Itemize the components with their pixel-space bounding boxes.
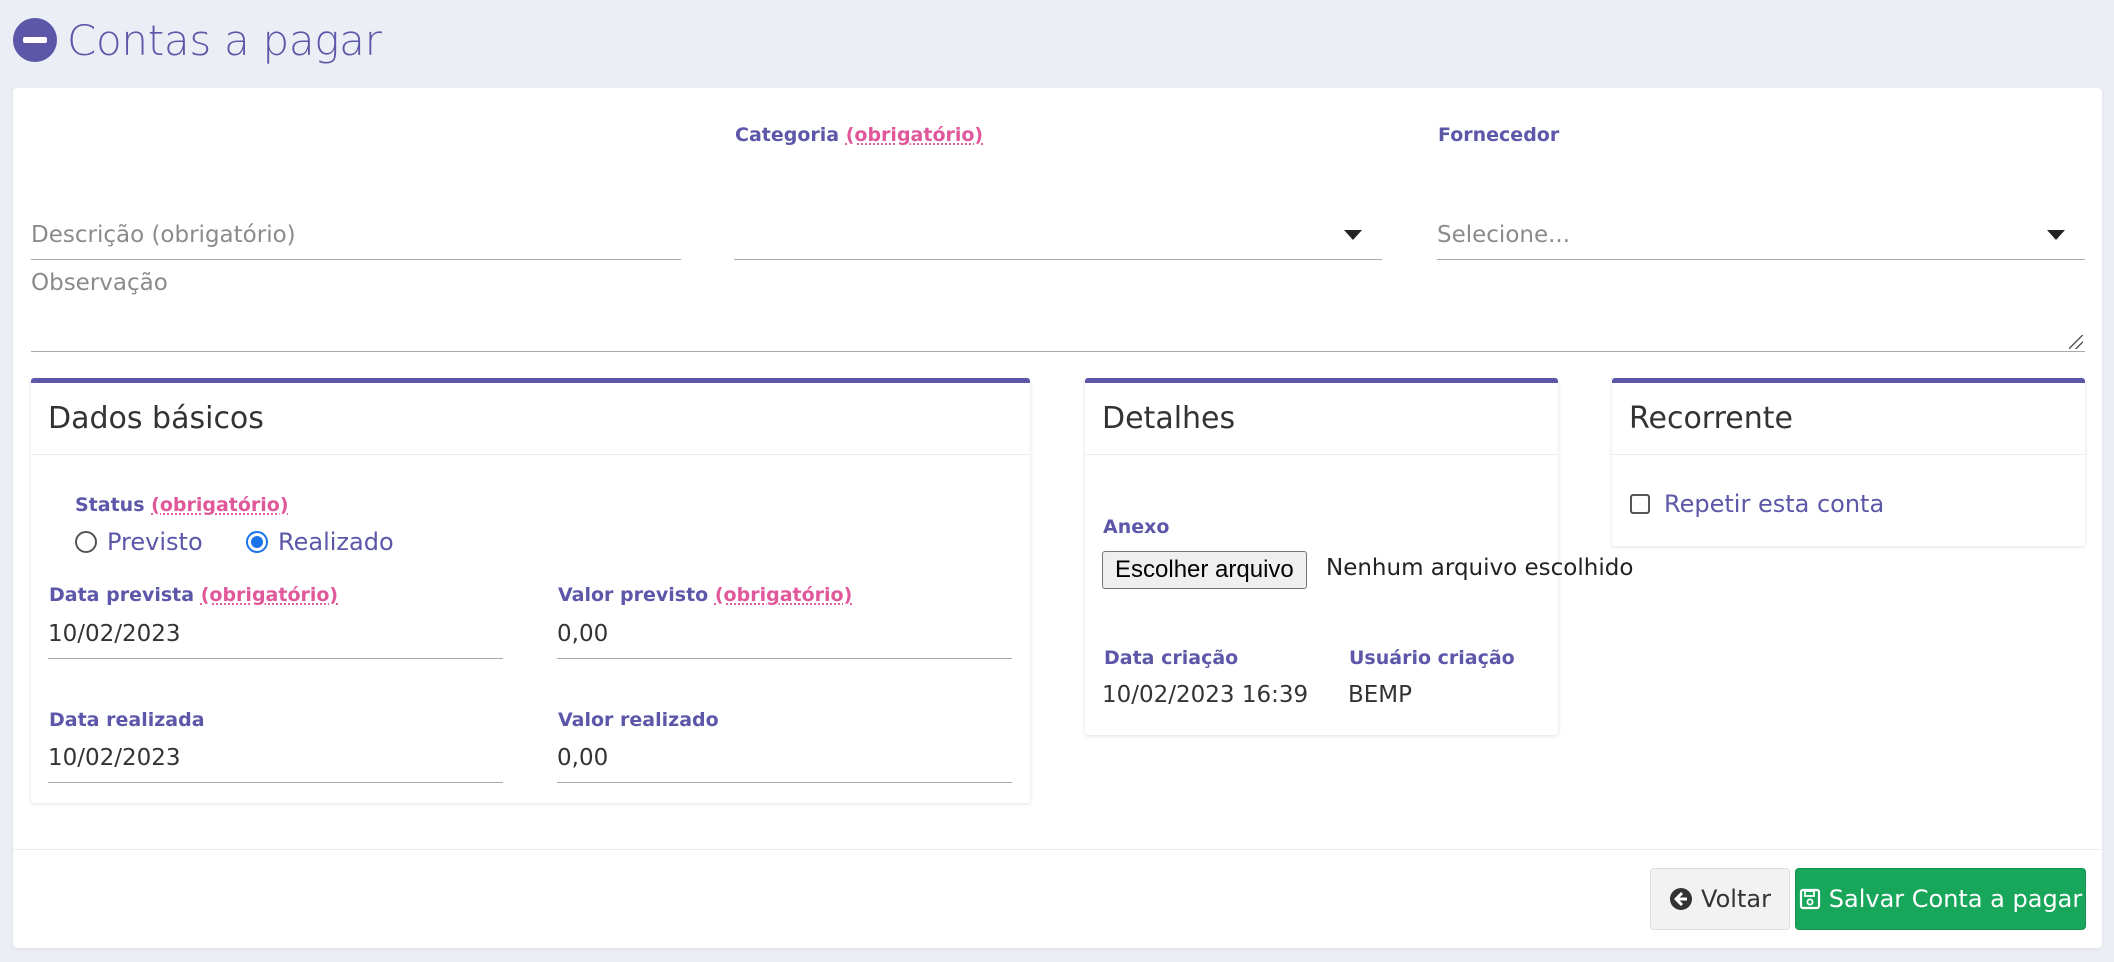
- file-status: Nenhum arquivo escolhido: [1326, 555, 1634, 581]
- observacao-textarea[interactable]: Observação: [31, 270, 2085, 352]
- save-icon: [1799, 888, 1820, 910]
- data-prevista-label-text: Data prevista: [49, 584, 195, 606]
- usuario-criacao-label: Usuário criação: [1349, 647, 1515, 669]
- minus-circle-icon: [13, 18, 57, 62]
- checkbox[interactable]: [1630, 494, 1650, 514]
- divider: [13, 849, 2102, 850]
- radio-button-selected[interactable]: [246, 531, 268, 553]
- required-marker: (obrigatório): [151, 494, 289, 516]
- page-header: Contas a pagar: [13, 10, 382, 70]
- anexo-label: Anexo: [1103, 516, 1170, 538]
- descricao-input[interactable]: Descrição (obrigatório): [31, 210, 681, 260]
- dados-basicos-panel: Dados básicos Status (obrigatório) Previ…: [31, 378, 1030, 803]
- panel-title: Detalhes: [1085, 383, 1558, 455]
- chevron-down-icon: [2047, 230, 2065, 240]
- recorrente-panel: Recorrente Repetir esta conta: [1612, 378, 2085, 546]
- panel-title: Dados básicos: [31, 383, 1030, 455]
- required-marker: (obrigatório): [845, 124, 984, 146]
- fornecedor-select[interactable]: Selecione...: [1437, 210, 2085, 260]
- descricao-placeholder: Descrição (obrigatório): [31, 221, 296, 248]
- radio-button[interactable]: [75, 531, 97, 553]
- required-marker: (obrigatório): [714, 584, 853, 606]
- panel-title: Recorrente: [1612, 383, 2085, 455]
- resize-grip-icon[interactable]: [2069, 335, 2083, 349]
- radio-previsto[interactable]: Previsto: [75, 528, 203, 556]
- save-button-label: Salvar Conta a pagar: [1828, 885, 2083, 913]
- fornecedor-label: Fornecedor: [1438, 124, 1560, 146]
- categoria-select[interactable]: [734, 210, 1382, 260]
- back-button[interactable]: Voltar: [1650, 868, 1790, 930]
- data-criacao-label: Data criação: [1104, 647, 1239, 669]
- valor-realizado-label: Valor realizado: [558, 709, 719, 731]
- data-realizada-input[interactable]: 10/02/2023: [48, 733, 503, 783]
- form-card: Descrição (obrigatório) Categoria (obrig…: [13, 88, 2102, 948]
- detalhes-panel: Detalhes Anexo Escolher arquivo Nenhum a…: [1085, 378, 1633, 735]
- required-marker: (obrigatório): [200, 584, 339, 606]
- categoria-label: Categoria (obrigatório): [735, 124, 983, 146]
- status-label-text: Status: [75, 494, 145, 516]
- radio-label: Previsto: [107, 528, 203, 556]
- data-prevista-label: Data prevista (obrigatório): [49, 584, 338, 606]
- save-button[interactable]: Salvar Conta a pagar: [1795, 868, 2086, 930]
- data-realizada-label: Data realizada: [49, 709, 205, 731]
- valor-previsto-label-text: Valor previsto: [558, 584, 709, 606]
- page-title: Contas a pagar: [67, 15, 382, 65]
- status-label: Status (obrigatório): [75, 494, 289, 516]
- back-button-label: Voltar: [1701, 885, 1771, 913]
- observacao-placeholder: Observação: [31, 270, 168, 296]
- choose-file-button[interactable]: Escolher arquivo: [1102, 551, 1307, 589]
- fornecedor-placeholder: Selecione...: [1437, 221, 1571, 248]
- valor-realizado-input[interactable]: 0,00: [557, 733, 1012, 783]
- arrow-left-circle-icon: [1670, 888, 1693, 910]
- valor-previsto-label: Valor previsto (obrigatório): [558, 584, 852, 606]
- repetir-conta-checkbox[interactable]: Repetir esta conta: [1630, 490, 1884, 518]
- radio-realizado[interactable]: Realizado: [246, 528, 394, 556]
- data-realizada-value: 10/02/2023: [48, 744, 181, 771]
- chevron-down-icon: [1344, 230, 1362, 240]
- data-prevista-value: 10/02/2023: [48, 620, 181, 647]
- valor-realizado-value: 0,00: [557, 744, 609, 771]
- radio-label: Realizado: [278, 528, 394, 556]
- valor-previsto-input[interactable]: 0,00: [557, 609, 1012, 659]
- data-criacao-value: 10/02/2023 16:39: [1102, 682, 1309, 708]
- valor-previsto-value: 0,00: [557, 620, 609, 647]
- categoria-label-text: Categoria: [735, 124, 840, 146]
- usuario-criacao-value: BEMP: [1348, 682, 1413, 708]
- data-prevista-input[interactable]: 10/02/2023: [48, 609, 503, 659]
- checkbox-label: Repetir esta conta: [1664, 490, 1885, 518]
